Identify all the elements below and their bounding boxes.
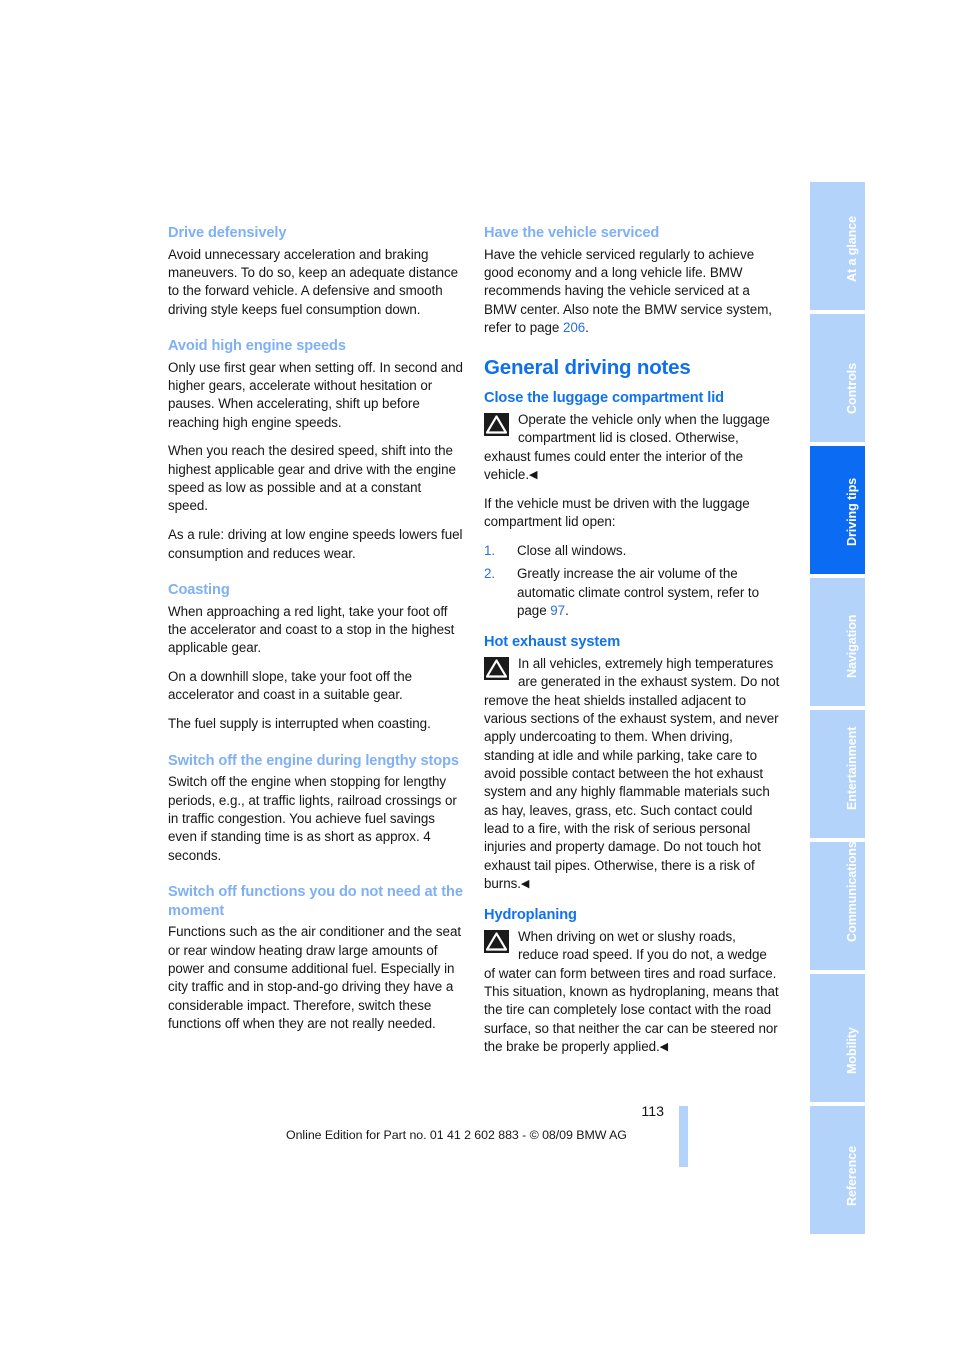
- end-mark-icon: ◀: [529, 468, 538, 481]
- step-number: 1.: [484, 542, 496, 558]
- footer-copyright-note: Online Edition for Part no. 01 41 2 602 …: [286, 1128, 627, 1142]
- chapter-tab-at-a-glance[interactable]: At a glance: [810, 182, 865, 310]
- paragraph: If the vehicle must be driven with the l…: [484, 495, 750, 530]
- warning-text: In all vehicles, extremely high temperat…: [484, 655, 780, 892]
- chapter-tab-label: Mobility: [844, 1027, 859, 1074]
- page-number: 113: [641, 1104, 664, 1120]
- step-text-tail: .: [565, 603, 569, 618]
- heading-have-vehicle-serviced: Have the vehicle serviced: [484, 225, 660, 241]
- warning-text: Operate the vehicle only when the luggag…: [484, 411, 770, 482]
- heading-close-luggage-compartment-lid: Close the luggage compartment lid: [484, 390, 724, 407]
- section-close-luggage-compartment-lid: Close the luggage compartment lid Operat…: [484, 389, 780, 620]
- chapter-tab-navigation[interactable]: Navigation: [810, 578, 865, 706]
- paragraph: In all vehicles, extremely high temperat…: [484, 655, 780, 893]
- warning-triangle-icon: [484, 930, 509, 953]
- warning-block: When driving on wet or slushy roads, red…: [484, 928, 780, 1056]
- paragraph: On a downhill slope, take your foot off …: [168, 669, 412, 703]
- heading-switch-off-functions: Switch off functions you do not need at …: [168, 883, 463, 919]
- footer-accent-bar: [679, 1106, 688, 1167]
- paragraph: Switch off the engine when stopping for …: [168, 774, 457, 863]
- chapter-tab-label: Reference: [844, 1145, 859, 1206]
- chapter-tab-entertainment[interactable]: Entertainment: [810, 710, 865, 838]
- warning-text: When driving on wet or slushy roads, red…: [484, 929, 779, 1055]
- warning-triangle-icon: [484, 412, 509, 436]
- page-reference-link[interactable]: 97: [550, 603, 565, 618]
- right-column: Have the vehicle serviced Have the vehic…: [484, 224, 780, 1069]
- chapter-tab-label: At a glance: [844, 215, 859, 282]
- numbered-steps-list: 1. Close all windows. 2. Greatly increase …: [484, 542, 780, 620]
- paragraph: When approaching a red light, take your …: [168, 603, 455, 656]
- chapter-tab-label: Driving tips: [844, 477, 859, 546]
- paragraph: Have the vehicle serviced regularly to a…: [484, 246, 780, 338]
- chapter-tab-label: Navigation: [844, 614, 859, 678]
- content-columns: Drive defensively Avoid unnecessary acce…: [168, 224, 788, 1084]
- list-item: 1. Close all windows.: [484, 542, 780, 560]
- paragraph: Only use first gear when setting off. In…: [168, 359, 463, 430]
- page-reference-link[interactable]: 206: [563, 320, 585, 335]
- paragraph: As a rule: driving at low engine speeds …: [168, 527, 463, 561]
- list-item: 2. Greatly increase the air volume of the…: [484, 565, 780, 620]
- heading-switch-off-engine: Switch off the engine during lengthy sto…: [168, 752, 459, 769]
- heading-avoid-high-engine-speeds: Avoid high engine speeds: [168, 337, 346, 354]
- section-coasting: Coasting When approaching a red light, t…: [168, 581, 464, 734]
- section-switch-off-engine: Switch off the engine during lengthy sto…: [168, 752, 464, 865]
- heading-hydroplaning: Hydroplaning: [484, 907, 577, 924]
- warning-block: In all vehicles, extremely high temperat…: [484, 655, 780, 893]
- paragraph: When you reach the desired speed, shift …: [168, 443, 456, 514]
- chapter-tab-label: Entertainment: [844, 726, 859, 810]
- chapter-tab-label: Communications: [844, 842, 859, 942]
- section-drive-defensively: Drive defensively Avoid unnecessary acce…: [168, 224, 464, 319]
- heading-drive-defensively: Drive defensively: [168, 225, 287, 241]
- heading-coasting: Coasting: [168, 582, 230, 598]
- chapter-tab-rail: At a glance Controls Driving tips Navigatio…: [810, 182, 865, 1234]
- section-switch-off-functions: Switch off functions you do not need at …: [168, 883, 464, 1033]
- section-have-vehicle-serviced: Have the vehicle serviced Have the vehic…: [484, 224, 780, 337]
- paragraph-text-tail: .: [585, 319, 589, 335]
- paragraph: Avoid unnecessary acceleration and braki…: [168, 246, 459, 317]
- section-hydroplaning: Hydroplaning When driving on wet or slus…: [484, 906, 780, 1056]
- chapter-tab-controls[interactable]: Controls: [810, 314, 865, 442]
- paragraph-text: Have the vehicle serviced regularly to a…: [484, 246, 772, 335]
- section-avoid-high-engine-speeds: Avoid high engine speeds Only use first …: [168, 337, 464, 563]
- chapter-tab-reference[interactable]: Reference: [810, 1106, 865, 1234]
- chapter-tab-mobility[interactable]: Mobility: [810, 974, 865, 1102]
- left-column: Drive defensively Avoid unnecessary acce…: [168, 224, 464, 1051]
- step-number: 2.: [484, 566, 496, 582]
- end-mark-icon: ◀: [659, 1041, 669, 1054]
- manual-page: Drive defensively Avoid unnecessary acce…: [0, 0, 954, 1350]
- section-hot-exhaust-system: Hot exhaust system In all vehicles, extr…: [484, 633, 780, 893]
- paragraph: Operate the vehicle only when the luggag…: [484, 411, 780, 484]
- paragraph: Functions such as the air conditioner an…: [168, 924, 462, 1031]
- warning-block: Operate the vehicle only when the luggag…: [484, 411, 780, 484]
- chapter-tab-communications[interactable]: Communications: [810, 842, 865, 970]
- warning-triangle-icon: [484, 656, 509, 680]
- end-mark-icon: ◀: [520, 878, 530, 891]
- heading-hot-exhaust-system: Hot exhaust system: [484, 634, 621, 651]
- page-title: General driving notes: [484, 356, 691, 380]
- paragraph: The fuel supply is interrupted when coas…: [168, 716, 431, 732]
- chapter-tab-label: Controls: [844, 363, 859, 414]
- chapter-tab-driving-tips[interactable]: Driving tips: [810, 446, 865, 574]
- step-text: Close all windows.: [517, 542, 627, 558]
- paragraph: When driving on wet or slushy roads, red…: [484, 928, 780, 1056]
